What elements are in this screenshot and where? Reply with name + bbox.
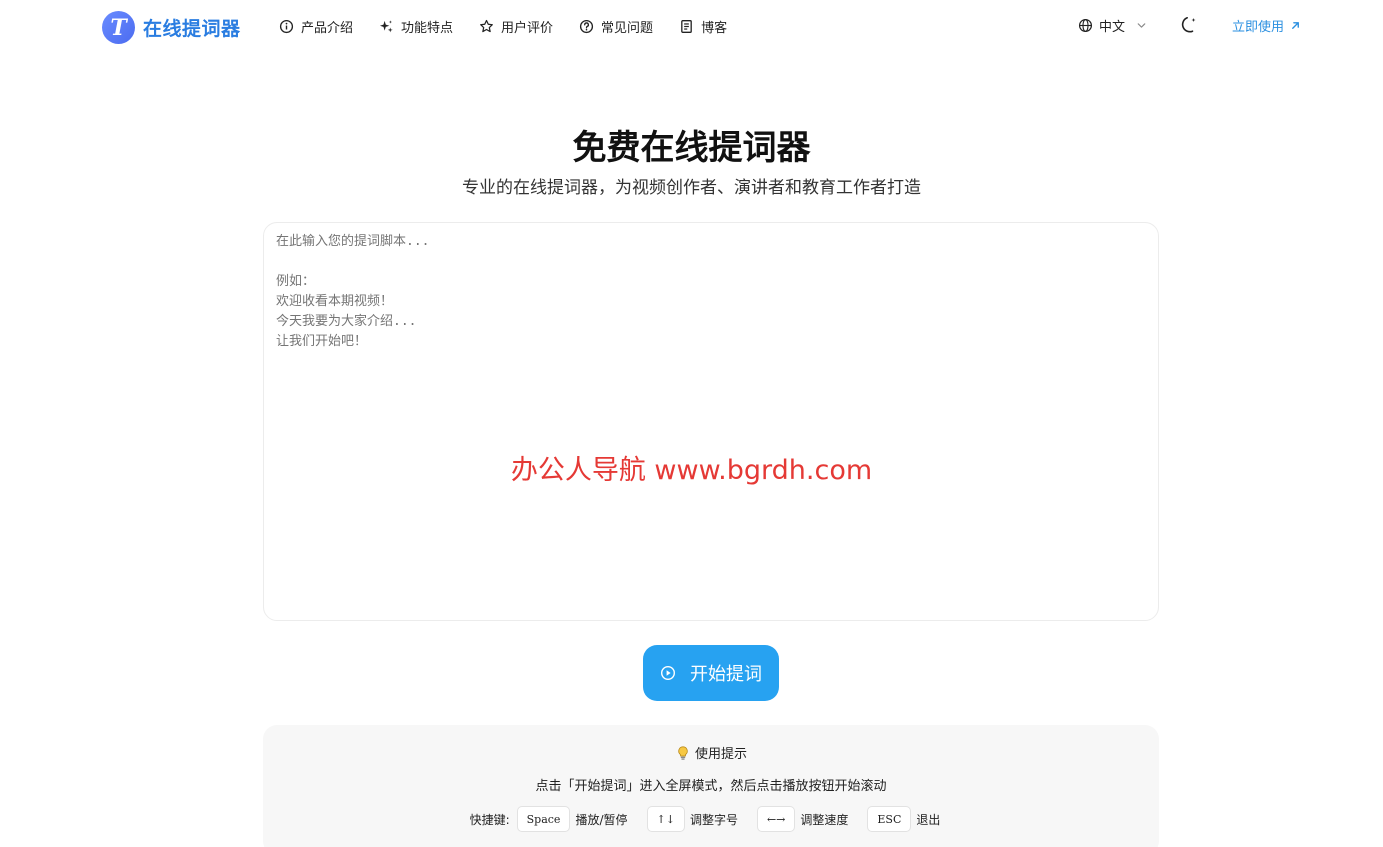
nav-item-product[interactable]: 产品介绍 (279, 17, 353, 36)
use-now-link[interactable]: 立即使用 (1232, 16, 1301, 35)
header-tools: 中文 立即使用 (1078, 14, 1301, 36)
arrow-up-right-icon (1292, 21, 1299, 29)
shortcut-action: 调整字号 (689, 812, 738, 827)
tips-description: 点击「开始提词」进入全屏模式，然后点击播放按钮开始滚动 (535, 779, 887, 794)
script-input[interactable] (276, 232, 1146, 612)
shortcut-list: 快捷键: Space 播放/暂停 ↑↓ 调整字号 ←→ 调整速度 ESC 退出 (263, 806, 1159, 832)
page-title: 免费在线提词器 (572, 128, 811, 168)
chevron-down-icon (1137, 22, 1146, 28)
nav-label: 常见问题 (601, 21, 654, 36)
top-header: T 在线提词器 产品介绍 功能特点 用户评价 常见问题 博客 中文 立即使用 (0, 0, 1383, 56)
tips-title: 使用提示 (694, 747, 747, 762)
document-icon (681, 20, 692, 33)
nav-item-reviews[interactable]: 用户评价 (479, 17, 553, 36)
info-icon (279, 19, 294, 34)
language-selector[interactable]: 中文 (1078, 16, 1148, 35)
shortcut-item: ESC 退出 (860, 806, 940, 832)
nav-label: 功能特点 (401, 21, 454, 36)
lightbulb-icon (678, 745, 688, 760)
main-nav: 产品介绍 功能特点 用户评价 常见问题 博客 (279, 17, 727, 36)
tips-heading: 使用提示 (263, 743, 1159, 762)
logo[interactable]: T 在线提词器 (102, 11, 241, 44)
shortcut-item: ↑↓ 调整字号 (640, 806, 738, 832)
usage-tips-panel: 使用提示 点击「开始提词」进入全屏模式，然后点击播放按钮开始滚动 快捷键: Sp… (263, 725, 1159, 847)
moon-icon (1181, 17, 1196, 33)
play-circle-icon (660, 665, 676, 681)
use-now-label: 立即使用 (1231, 19, 1284, 35)
key-space: Space (516, 806, 571, 832)
nav-label: 产品介绍 (301, 21, 354, 36)
theme-toggle-button[interactable] (1178, 14, 1200, 36)
nav-label: 博客 (701, 21, 728, 36)
nav-item-features[interactable]: 功能特点 (379, 17, 453, 36)
script-editor (263, 222, 1159, 621)
logo-text: 在线提词器 (143, 18, 241, 40)
key-esc: ESC (867, 806, 912, 832)
shortcut-action: 退出 (916, 812, 941, 827)
nav-item-faq[interactable]: 常见问题 (579, 17, 653, 36)
sparkle-icon (379, 20, 393, 33)
nav-label: 用户评价 (501, 21, 554, 36)
shortcut-action: 播放/暂停 (575, 812, 628, 827)
star-icon (480, 19, 493, 33)
page-subtitle: 专业的在线提词器，为视频创作者、演讲者和教育工作者打造 (462, 178, 921, 198)
start-prompter-button[interactable]: 开始提词 (643, 645, 779, 701)
shortcuts-label: 快捷键: (469, 812, 510, 827)
shortcut-item: ←→ 调整速度 (750, 806, 848, 832)
start-button-label: 开始提词 (690, 664, 762, 685)
key-up-down: ↑↓ (646, 806, 685, 832)
logo-t-icon: T (102, 11, 135, 44)
shortcut-action: 调整速度 (800, 812, 849, 827)
nav-item-blog[interactable]: 博客 (679, 17, 727, 36)
globe-icon (1078, 18, 1092, 32)
key-left-right: ←→ (756, 806, 796, 832)
shortcut-item: Space 播放/暂停 (510, 806, 628, 832)
question-icon (579, 19, 594, 34)
language-label: 中文 (1098, 19, 1125, 35)
